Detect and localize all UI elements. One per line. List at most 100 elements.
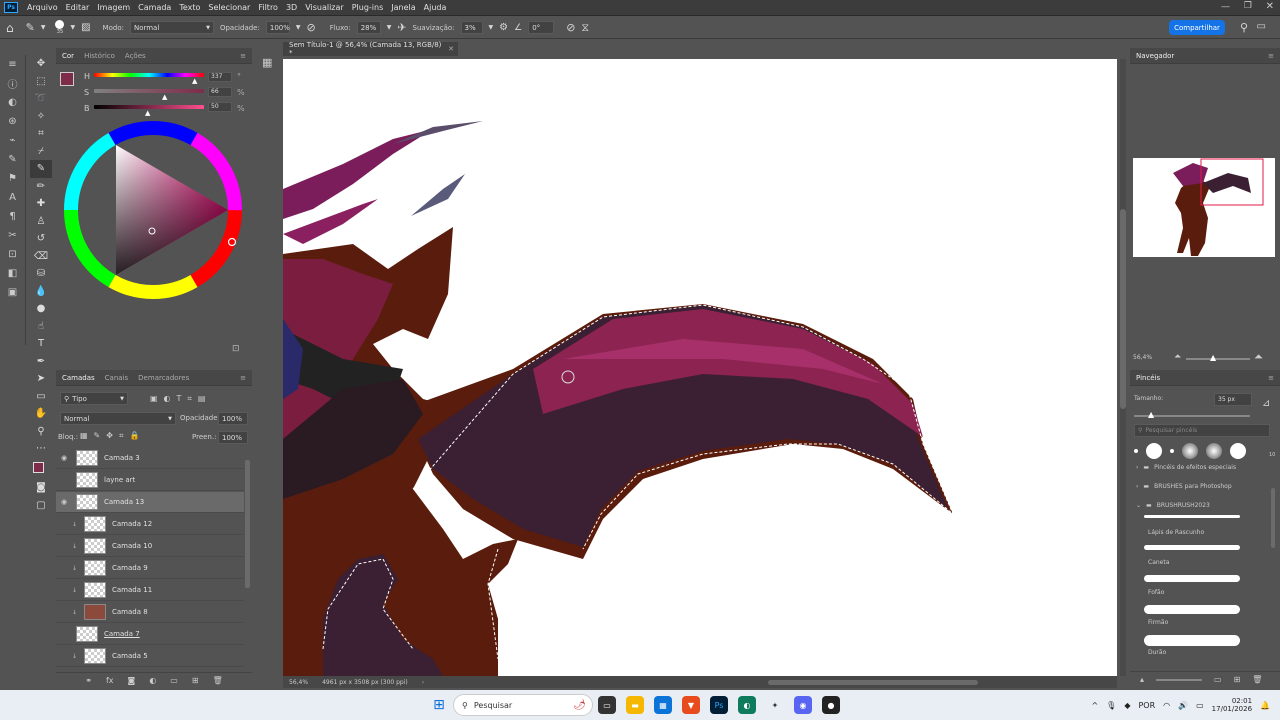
status-arrow-icon[interactable]: ›	[422, 679, 424, 686]
status-dimensions[interactable]: 4961 px x 3508 px (300 ppi)	[322, 679, 408, 686]
tool-presets-icon[interactable]: ✎	[0, 150, 25, 169]
layer-row[interactable]: ↓ Camada 11	[56, 580, 244, 601]
menu-imagem[interactable]: Imagem	[93, 3, 134, 12]
visibility-eye-icon[interactable]: ◉	[56, 498, 72, 506]
document-canvas[interactable]	[283, 59, 1117, 676]
clone-source-icon[interactable]: ⊛	[0, 112, 25, 131]
zoom-tool-icon[interactable]: ⚲	[30, 423, 52, 441]
search-icon[interactable]: ⚲	[1240, 21, 1248, 34]
brush-stroke-preview[interactable]	[1144, 605, 1240, 614]
blend-mode-select[interactable]: Normal ▼	[60, 412, 176, 425]
layer-name[interactable]: Camada 7	[104, 630, 140, 638]
clock[interactable]: 02:01 17/01/2026	[1212, 697, 1252, 713]
menu-arquivo[interactable]: Arquivo	[23, 3, 62, 12]
layer-row[interactable]: ↓ Camada 10	[56, 536, 244, 557]
chevron-icon[interactable]: ›	[1136, 464, 1138, 471]
brush-settings-icon[interactable]: ▨	[81, 22, 90, 33]
canvas-vertical-scrollbar[interactable]	[1120, 59, 1126, 676]
fill-field[interactable]: 100%	[218, 431, 248, 444]
new-brush-preset-icon[interactable]: ⊞	[1234, 675, 1241, 684]
brush-name[interactable]: Durão	[1148, 649, 1166, 656]
saturation-slider[interactable]	[94, 89, 204, 93]
menu-plugins[interactable]: Plug-ins	[348, 3, 388, 12]
chevron-down-icon[interactable]: ▼	[41, 24, 46, 31]
chrome-icon[interactable]: ●	[822, 696, 840, 714]
store-icon[interactable]: ▦	[654, 696, 672, 714]
menu-janela[interactable]: Janela	[387, 3, 419, 12]
arrange-documents-icon[interactable]: ▦	[262, 56, 272, 69]
eyedropper-tool-icon[interactable]: ⌿	[30, 143, 52, 161]
layer-name[interactable]: Camada 8	[112, 608, 148, 616]
layer-row[interactable]: ↓ Camada 9	[56, 558, 244, 579]
language-indicator[interactable]: POR	[1138, 701, 1155, 710]
document-tab[interactable]: Sem Título-1 @ 56,4% (Camada 13, RGB/8) …	[283, 41, 458, 57]
smoothing-field[interactable]: 3%	[460, 21, 483, 34]
brush-search-input[interactable]: ⚲ Pesquisar pincéis	[1134, 424, 1270, 437]
new-group-icon[interactable]: ▭	[170, 676, 178, 685]
menu-ajuda[interactable]: Ajuda	[420, 3, 451, 12]
menu-3d[interactable]: 3D	[282, 3, 301, 12]
panel-menu-icon[interactable]: ≡	[1268, 52, 1274, 60]
layer-thumbnail[interactable]	[76, 450, 98, 466]
status-zoom[interactable]: 56,4%	[289, 679, 308, 686]
brush-settings-panel-icon[interactable]: ◐	[0, 93, 25, 112]
layer-list-scrollbar[interactable]	[245, 460, 250, 588]
minimize-icon[interactable]: —	[1221, 2, 1230, 12]
tab-pinceis[interactable]: Pincéis	[1136, 374, 1160, 382]
patterns-icon[interactable]: ◧	[0, 264, 25, 283]
hue-slider[interactable]	[94, 73, 204, 77]
hand-tool-icon[interactable]: ✋	[30, 405, 52, 423]
layer-name[interactable]: Camada 13	[104, 498, 144, 506]
chevron-down-icon[interactable]: ▼	[296, 24, 301, 31]
layer-row[interactable]: ◉ Camada 13	[56, 492, 244, 513]
foreground-color-chip[interactable]	[60, 72, 74, 86]
gear-icon[interactable]: ⚙	[499, 22, 508, 33]
layer-name[interactable]: Camada 12	[112, 520, 152, 528]
brush-folder[interactable]: › ▬ BRUSHES para Photoshop	[1136, 483, 1232, 490]
navigator-zoom-slider[interactable]	[1186, 358, 1250, 360]
menu-texto[interactable]: Texto	[175, 3, 204, 12]
layer-thumbnail[interactable]	[84, 648, 106, 664]
navigator-zoom[interactable]: 56,4%	[1133, 354, 1152, 361]
layer-thumbnail[interactable]	[84, 560, 106, 576]
fx-icon[interactable]: fx	[106, 676, 114, 685]
layer-opacity-field[interactable]: 100%	[218, 412, 248, 425]
tab-canais[interactable]: Canais	[105, 374, 129, 382]
brush-preset-5-icon[interactable]	[1206, 443, 1222, 459]
hue-slider-thumb[interactable]: ▲	[192, 77, 197, 85]
hue-value[interactable]: 337	[208, 72, 232, 82]
brush-preset-2-icon[interactable]	[1146, 443, 1162, 459]
angle-field[interactable]: 0°	[528, 21, 555, 34]
layer-filter-select[interactable]: ⚲ Tipo ▼	[60, 392, 128, 405]
saturation-value[interactable]: 66	[208, 87, 232, 97]
discord-icon[interactable]: ◉	[794, 696, 812, 714]
layer-thumbnail[interactable]	[84, 604, 106, 620]
layer-name[interactable]: Camada 10	[112, 542, 152, 550]
layer-name[interactable]: layne art	[104, 476, 135, 484]
layer-filter-icons[interactable]: ▣◐T⌗▤	[150, 394, 212, 404]
photoshop-taskbar-icon[interactable]: Ps	[710, 696, 728, 714]
lock-icons[interactable]: ▦✎✥⌗🔒	[80, 431, 145, 441]
task-view-icon[interactable]: ▭	[598, 696, 616, 714]
saturation-slider-thumb[interactable]: ▲	[162, 93, 167, 101]
microphone-icon[interactable]: 🎙	[1106, 701, 1116, 710]
eraser-tool-icon[interactable]: ⌫	[30, 248, 52, 266]
brush-stroke-preview[interactable]	[1144, 515, 1240, 518]
brightness-slider-thumb[interactable]: ▲	[145, 109, 150, 117]
layer-name[interactable]: Camada 5	[112, 652, 148, 660]
brush-preset-6-icon[interactable]	[1230, 443, 1246, 459]
tab-camadas[interactable]: Camadas	[62, 374, 95, 382]
windows-start-icon[interactable]: ⊞	[430, 696, 448, 714]
chevron-icon[interactable]: ›	[1136, 483, 1138, 490]
volume-icon[interactable]: 🔊	[1178, 701, 1188, 710]
brush-preview-size-slider[interactable]	[1156, 678, 1203, 681]
clip-studio-icon[interactable]: ◐	[738, 696, 756, 714]
paint-bucket-icon[interactable]: ⛁	[30, 265, 52, 283]
history-brush-icon[interactable]: ↺	[30, 230, 52, 248]
brush-preset-3-icon[interactable]	[1170, 449, 1174, 453]
brush-folder[interactable]: ⌄ ▬ BRUSHRUSH2023	[1136, 502, 1210, 509]
battery-icon[interactable]: ▭	[1196, 701, 1204, 710]
app-tray-icon[interactable]: ◆	[1124, 701, 1130, 710]
layer-row[interactable]: ↓ Camada 8	[56, 602, 244, 623]
brave-browser-icon[interactable]: ▼	[682, 696, 700, 714]
